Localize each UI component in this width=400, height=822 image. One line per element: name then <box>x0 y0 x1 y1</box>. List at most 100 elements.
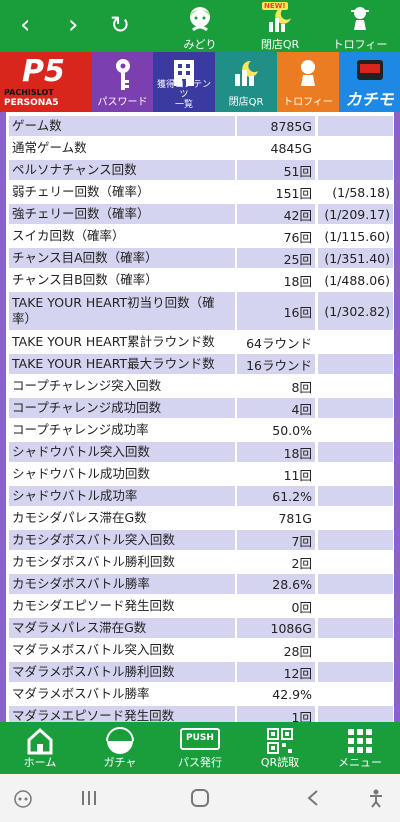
acquired-contents-line1: 獲得コンテンツ <box>156 80 211 100</box>
stat-label: 弱チェリー回数（確率） <box>9 182 235 202</box>
stat-ratio <box>315 116 393 136</box>
bottom-nav: ホーム ガチャ PUSH パス発行 QR読取 メニュー <box>0 722 400 774</box>
stats-panel: ゲーム数 8785G 通常ゲーム数 4845G ペルソナチャンス回数 51回 弱チェリー回数… <box>0 112 400 722</box>
stats-row: TAKE YOUR HEART初当り回数（確率） 16回 (1/302.82) <box>9 292 393 330</box>
stat-ratio <box>315 574 393 594</box>
stat-label: シャドウバトル突入回数 <box>9 442 235 462</box>
stats-row: コープチャレンジ成功回数 4回 <box>9 398 393 418</box>
midori-icon <box>190 7 210 32</box>
gacha-icon <box>106 727 134 754</box>
stats-row: シャドウバトル突入回数 18回 <box>9 442 393 462</box>
stat-label: マダラメボスバトル勝率 <box>9 684 235 704</box>
stats-row: チャンス目B回数（確率） 18回 (1/488.06) <box>9 270 393 290</box>
top-bar: ‹ › ↻ みどり NEW! 閉店QR トロフィー <box>0 0 400 52</box>
stat-label: マダラメパレス滞在G数 <box>9 618 235 638</box>
stat-value: 25回 <box>235 248 315 268</box>
stat-label: チャンス目B回数（確率） <box>9 270 235 290</box>
stat-label: マダラメボスバトル勝利回数 <box>9 662 235 682</box>
stat-ratio <box>315 640 393 660</box>
stat-label: チャンス目A回数（確率） <box>9 248 235 268</box>
push-icon: PUSH <box>180 728 220 750</box>
home-icon <box>27 727 53 755</box>
logo-sub2: PERSONA5 <box>4 98 59 108</box>
nav-pass-issue[interactable]: PUSH パス発行 <box>160 722 240 774</box>
category-kachimo[interactable]: カチモ <box>339 52 400 112</box>
reload-button[interactable]: ↻ <box>110 10 130 40</box>
stat-ratio <box>315 160 393 180</box>
stat-ratio <box>315 662 393 682</box>
stat-label: マダラメエピソード発生回数 <box>9 706 235 722</box>
stat-ratio <box>315 596 393 616</box>
stat-value: 4回 <box>235 398 315 418</box>
stat-ratio <box>315 486 393 506</box>
closing-qr-label: 閉店QR <box>260 38 300 51</box>
moon-house-icon <box>235 60 258 86</box>
stats-row: 通常ゲーム数 4845G <box>9 138 393 158</box>
stat-ratio: (1/302.82) <box>315 292 393 330</box>
stats-row: チャンス目A回数（確率） 25回 (1/351.40) <box>9 248 393 268</box>
back-system-icon[interactable] <box>306 789 320 807</box>
stat-value: 18回 <box>235 442 315 462</box>
closing-qr-button[interactable]: NEW! 閉店QR <box>250 2 310 52</box>
stat-value: 11回 <box>235 464 315 484</box>
category-trophy[interactable]: トロフィー <box>277 52 339 112</box>
stat-value: 28回 <box>235 640 315 660</box>
stats-row: TAKE YOUR HEART最大ラウンド数 16ラウンド <box>9 354 393 374</box>
nav-menu[interactable]: メニュー <box>320 722 400 774</box>
stats-row: マダラメボスバトル勝利回数 12回 <box>9 662 393 682</box>
accessibility-icon[interactable] <box>366 788 386 808</box>
stat-value: 51回 <box>235 160 315 180</box>
nav-home[interactable]: ホーム <box>0 722 80 774</box>
stat-value: 151回 <box>235 182 315 202</box>
back-button[interactable]: ‹ <box>20 10 30 40</box>
recent-apps-icon[interactable] <box>80 790 98 806</box>
stat-ratio <box>315 508 393 528</box>
category-acquired-contents[interactable]: 獲得コンテンツ 一覧 <box>153 52 215 112</box>
stat-value: 42.9% <box>235 684 315 704</box>
push-icon-text: PUSH <box>186 733 214 743</box>
stats-row: シャドウバトル成功回数 11回 <box>9 464 393 484</box>
stats-row: ゲーム数 8785G <box>9 116 393 136</box>
stat-value: 16ラウンド <box>235 354 315 374</box>
category-closing-qr[interactable]: 閉店QR <box>215 52 277 112</box>
stats-row: シャドウバトル成功率 61.2% <box>9 486 393 506</box>
stats-row: カモシダパレス滞在G数 781G <box>9 508 393 528</box>
p5-logo[interactable]: P5 PACHISLOT PERSONA5 <box>0 52 92 112</box>
game-tools-icon[interactable] <box>14 790 32 808</box>
nav-qr-read[interactable]: QR読取 <box>240 722 320 774</box>
home-system-icon[interactable] <box>190 788 210 808</box>
stats-row: マダラメボスバトル突入回数 28回 <box>9 640 393 660</box>
stat-label: ペルソナチャンス回数 <box>9 160 235 180</box>
nav-gacha[interactable]: ガチャ <box>80 722 160 774</box>
stat-value: 76回 <box>235 226 315 246</box>
stat-ratio <box>315 442 393 462</box>
stat-ratio: (1/58.18) <box>315 182 393 202</box>
stat-ratio <box>315 332 393 352</box>
stats-row: マダラメエピソード発生回数 1回 <box>9 706 393 722</box>
stats-row: 弱チェリー回数（確率） 151回 (1/58.18) <box>9 182 393 202</box>
stat-value: 7回 <box>235 530 315 550</box>
midori-button[interactable]: みどり <box>170 4 230 52</box>
stats-row: カモシダボスバトル勝利回数 2回 <box>9 552 393 572</box>
stat-label: シャドウバトル成功率 <box>9 486 235 506</box>
stats-row: TAKE YOUR HEART累計ラウンド数 64ラウンド <box>9 332 393 352</box>
new-badge: NEW! <box>262 2 288 10</box>
key-icon <box>115 59 130 90</box>
system-nav-bar <box>0 774 400 822</box>
stat-value: 0回 <box>235 596 315 616</box>
stats-row: マダラメボスバトル勝率 42.9% <box>9 684 393 704</box>
stat-value: 781G <box>235 508 315 528</box>
forward-button[interactable]: › <box>68 10 78 40</box>
qr-code-icon <box>267 728 293 754</box>
trophy-button[interactable]: トロフィー <box>330 4 390 52</box>
stat-label: スイカ回数（確率） <box>9 226 235 246</box>
stat-ratio: (1/488.06) <box>315 270 393 290</box>
stat-label: 通常ゲーム数 <box>9 138 235 158</box>
stat-ratio <box>315 376 393 396</box>
stat-ratio: (1/115.60) <box>315 226 393 246</box>
stats-row: 強チェリー回数（確率） 42回 (1/209.17) <box>9 204 393 224</box>
category-password[interactable]: パスワード <box>92 52 153 112</box>
stat-ratio <box>315 354 393 374</box>
stat-label: 強チェリー回数（確率） <box>9 204 235 224</box>
stat-value: 50.0% <box>235 420 315 440</box>
